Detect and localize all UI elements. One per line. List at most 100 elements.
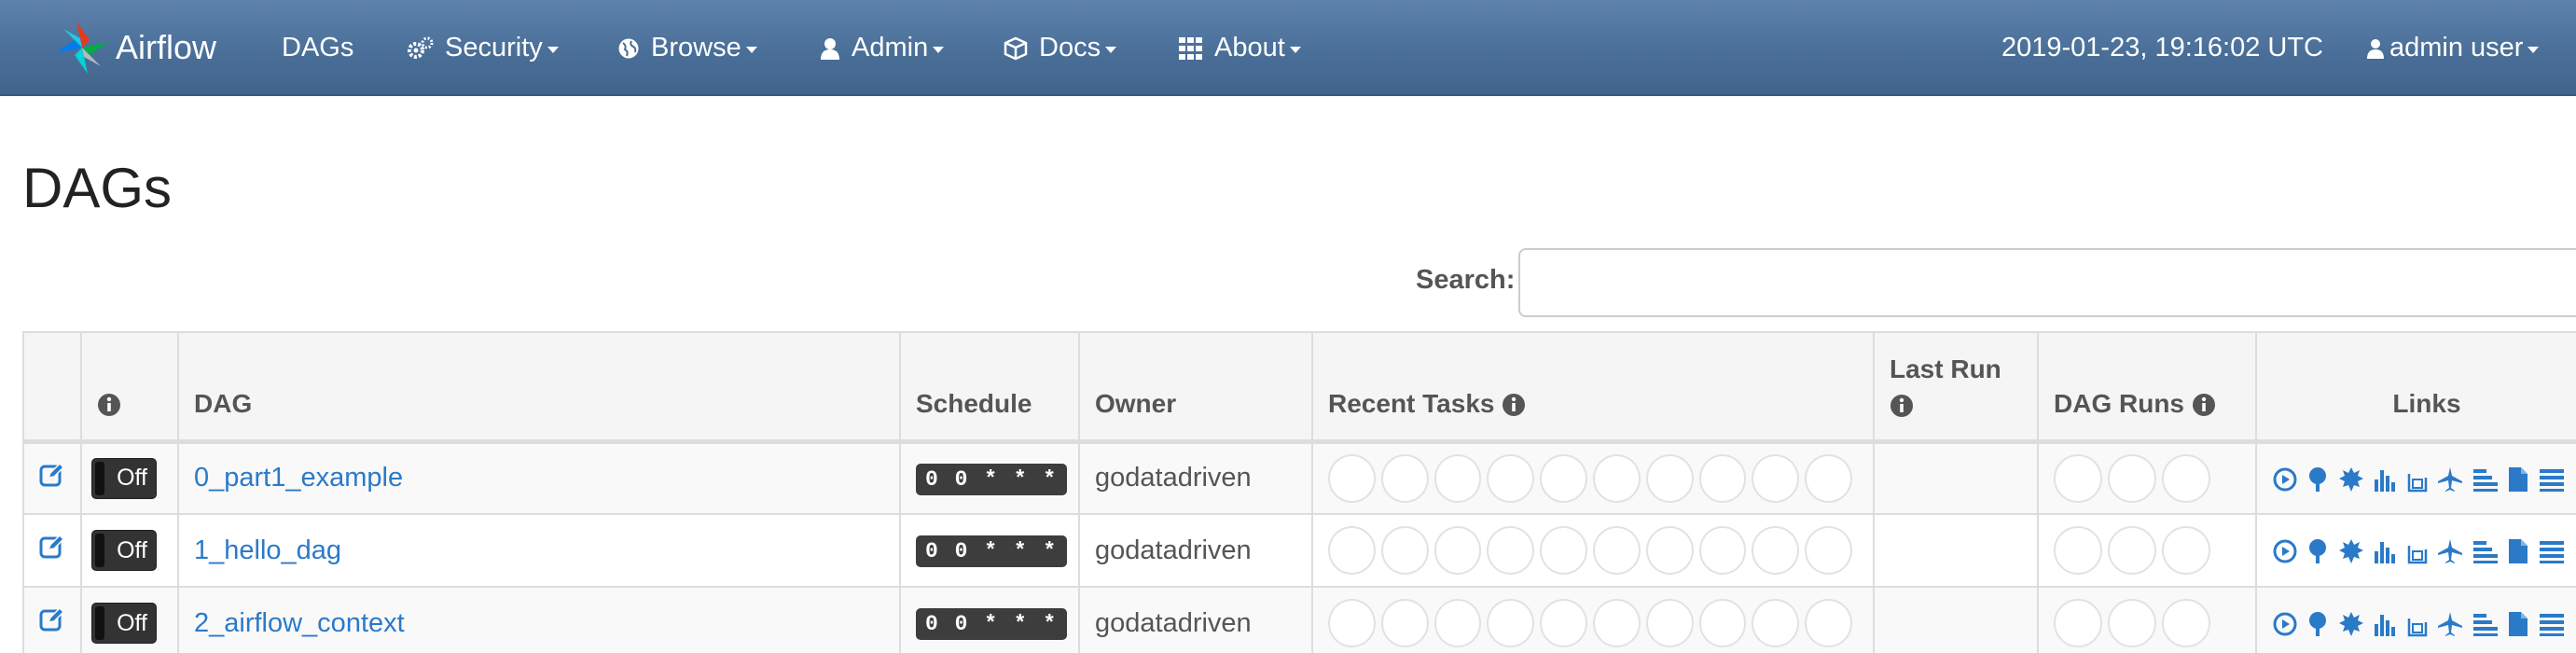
gantt-icon[interactable] bbox=[2472, 538, 2499, 564]
dag-run-status-circle[interactable] bbox=[2108, 453, 2156, 503]
task-status-circle[interactable] bbox=[1540, 526, 1587, 575]
graph-view-icon[interactable] bbox=[2338, 611, 2364, 637]
task-status-circle[interactable] bbox=[1645, 599, 1694, 647]
schedule-badge[interactable]: 0 0 * * * bbox=[916, 608, 1068, 640]
task-status-circle[interactable] bbox=[1592, 526, 1641, 575]
duration-icon[interactable] bbox=[2374, 538, 2398, 564]
duration-icon[interactable] bbox=[2374, 466, 2398, 493]
tree-view-icon[interactable] bbox=[2306, 538, 2329, 564]
edit-dag-icon[interactable] bbox=[39, 534, 65, 560]
info-icon[interactable] bbox=[1502, 393, 1526, 417]
nav-dags[interactable]: DAGs bbox=[282, 0, 353, 96]
schedule-badge[interactable]: 0 0 * * * bbox=[916, 463, 1068, 495]
task-status-circle[interactable] bbox=[1645, 526, 1694, 575]
tries-icon[interactable] bbox=[2407, 466, 2428, 493]
edit-dag-icon[interactable] bbox=[39, 606, 65, 632]
trigger-dag-icon[interactable] bbox=[2273, 612, 2297, 636]
task-status-circle[interactable] bbox=[1328, 526, 1376, 575]
tree-view-icon[interactable] bbox=[2306, 466, 2329, 493]
th-icon bbox=[1179, 36, 1203, 60]
nav-admin[interactable]: Admin bbox=[820, 0, 945, 96]
dag-pause-toggle[interactable]: Off bbox=[91, 603, 157, 644]
task-status-circle[interactable] bbox=[1752, 453, 1800, 503]
dag-run-status-circle[interactable] bbox=[2108, 526, 2156, 575]
task-status-circle[interactable] bbox=[1592, 453, 1641, 503]
links-cell bbox=[2255, 440, 2576, 515]
graph-view-icon[interactable] bbox=[2338, 466, 2364, 493]
duration-icon[interactable] bbox=[2374, 611, 2398, 637]
header-recent-tasks: Recent Tasks bbox=[1311, 331, 1875, 444]
nav-about[interactable]: About bbox=[1179, 0, 1301, 96]
task-status-circle[interactable] bbox=[1328, 453, 1376, 503]
task-status-circle[interactable] bbox=[1698, 599, 1747, 647]
task-status-circle[interactable] bbox=[1752, 526, 1800, 575]
graph-view-icon[interactable] bbox=[2338, 538, 2364, 564]
task-status-circle[interactable] bbox=[1433, 453, 1482, 503]
edit-dag-icon[interactable] bbox=[39, 462, 65, 488]
dag-run-status-circle[interactable] bbox=[2054, 526, 2102, 575]
info-icon[interactable] bbox=[2192, 393, 2216, 417]
dag-id-link[interactable]: 2_airflow_context bbox=[194, 608, 405, 638]
details-icon[interactable] bbox=[2508, 538, 2528, 564]
landing-times-icon[interactable] bbox=[2437, 611, 2463, 637]
dag-pause-toggle[interactable]: Off bbox=[91, 530, 157, 571]
details-icon[interactable] bbox=[2508, 466, 2528, 493]
airflow-brand[interactable]: Airflow bbox=[52, 17, 216, 78]
globe-icon bbox=[617, 37, 640, 60]
search-input[interactable] bbox=[1518, 248, 2576, 317]
landing-times-icon[interactable] bbox=[2437, 466, 2463, 493]
header-owner[interactable]: Owner bbox=[1078, 331, 1313, 444]
schedule-badge[interactable]: 0 0 * * * bbox=[916, 535, 1068, 567]
code-icon[interactable] bbox=[2539, 611, 2565, 637]
gantt-icon[interactable] bbox=[2472, 466, 2499, 493]
dag-id-link[interactable]: 0_part1_example bbox=[194, 463, 403, 493]
tries-icon[interactable] bbox=[2407, 611, 2428, 637]
trigger-dag-icon[interactable] bbox=[2273, 539, 2297, 563]
nav-security[interactable]: Security bbox=[406, 0, 559, 96]
gantt-icon[interactable] bbox=[2472, 611, 2499, 637]
dag-run-status-circle[interactable] bbox=[2054, 453, 2102, 503]
nav-browse[interactable]: Browse bbox=[617, 0, 757, 96]
task-status-circle[interactable] bbox=[1380, 453, 1429, 503]
dag-run-status-circle[interactable] bbox=[2162, 453, 2210, 503]
header-last-run-label: Last Run bbox=[1890, 354, 2001, 383]
dag-run-status-circle[interactable] bbox=[2162, 526, 2210, 575]
task-status-circle[interactable] bbox=[1645, 453, 1694, 503]
task-status-circle[interactable] bbox=[1380, 526, 1429, 575]
header-schedule[interactable]: Schedule bbox=[899, 331, 1080, 444]
task-status-circle[interactable] bbox=[1805, 526, 1852, 575]
tries-icon[interactable] bbox=[2407, 538, 2428, 564]
links-cell bbox=[2255, 513, 2576, 588]
task-status-circle[interactable] bbox=[1805, 599, 1852, 647]
task-status-circle[interactable] bbox=[1380, 599, 1429, 647]
trigger-dag-icon[interactable] bbox=[2273, 467, 2297, 492]
dag-pause-toggle[interactable]: Off bbox=[91, 457, 157, 499]
header-dag[interactable]: DAG bbox=[177, 331, 901, 444]
task-status-circle[interactable] bbox=[1487, 453, 1535, 503]
dag-run-status-circle[interactable] bbox=[2054, 599, 2102, 647]
tree-view-icon[interactable] bbox=[2306, 611, 2329, 637]
task-status-circle[interactable] bbox=[1433, 599, 1482, 647]
user-menu[interactable]: admin user bbox=[2367, 0, 2540, 96]
task-status-circle[interactable] bbox=[1698, 453, 1747, 503]
task-status-circle[interactable] bbox=[1433, 526, 1482, 575]
details-icon[interactable] bbox=[2508, 611, 2528, 637]
landing-times-icon[interactable] bbox=[2437, 538, 2463, 564]
task-status-circle[interactable] bbox=[1592, 599, 1641, 647]
info-icon[interactable] bbox=[1890, 394, 1914, 418]
code-icon[interactable] bbox=[2539, 466, 2565, 493]
code-icon[interactable] bbox=[2539, 538, 2565, 564]
dag-run-status-circle[interactable] bbox=[2162, 599, 2210, 647]
task-status-circle[interactable] bbox=[1487, 599, 1535, 647]
task-status-circle[interactable] bbox=[1698, 526, 1747, 575]
task-status-circle[interactable] bbox=[1752, 599, 1800, 647]
task-status-circle[interactable] bbox=[1540, 453, 1587, 503]
task-status-circle[interactable] bbox=[1540, 599, 1587, 647]
schedule-cell: 0 0 * * * bbox=[899, 586, 1080, 653]
nav-docs[interactable]: Docs bbox=[1004, 0, 1117, 96]
task-status-circle[interactable] bbox=[1805, 453, 1852, 503]
dag-run-status-circle[interactable] bbox=[2108, 599, 2156, 647]
dag-id-link[interactable]: 1_hello_dag bbox=[194, 535, 341, 565]
task-status-circle[interactable] bbox=[1487, 526, 1535, 575]
task-status-circle[interactable] bbox=[1328, 599, 1376, 647]
